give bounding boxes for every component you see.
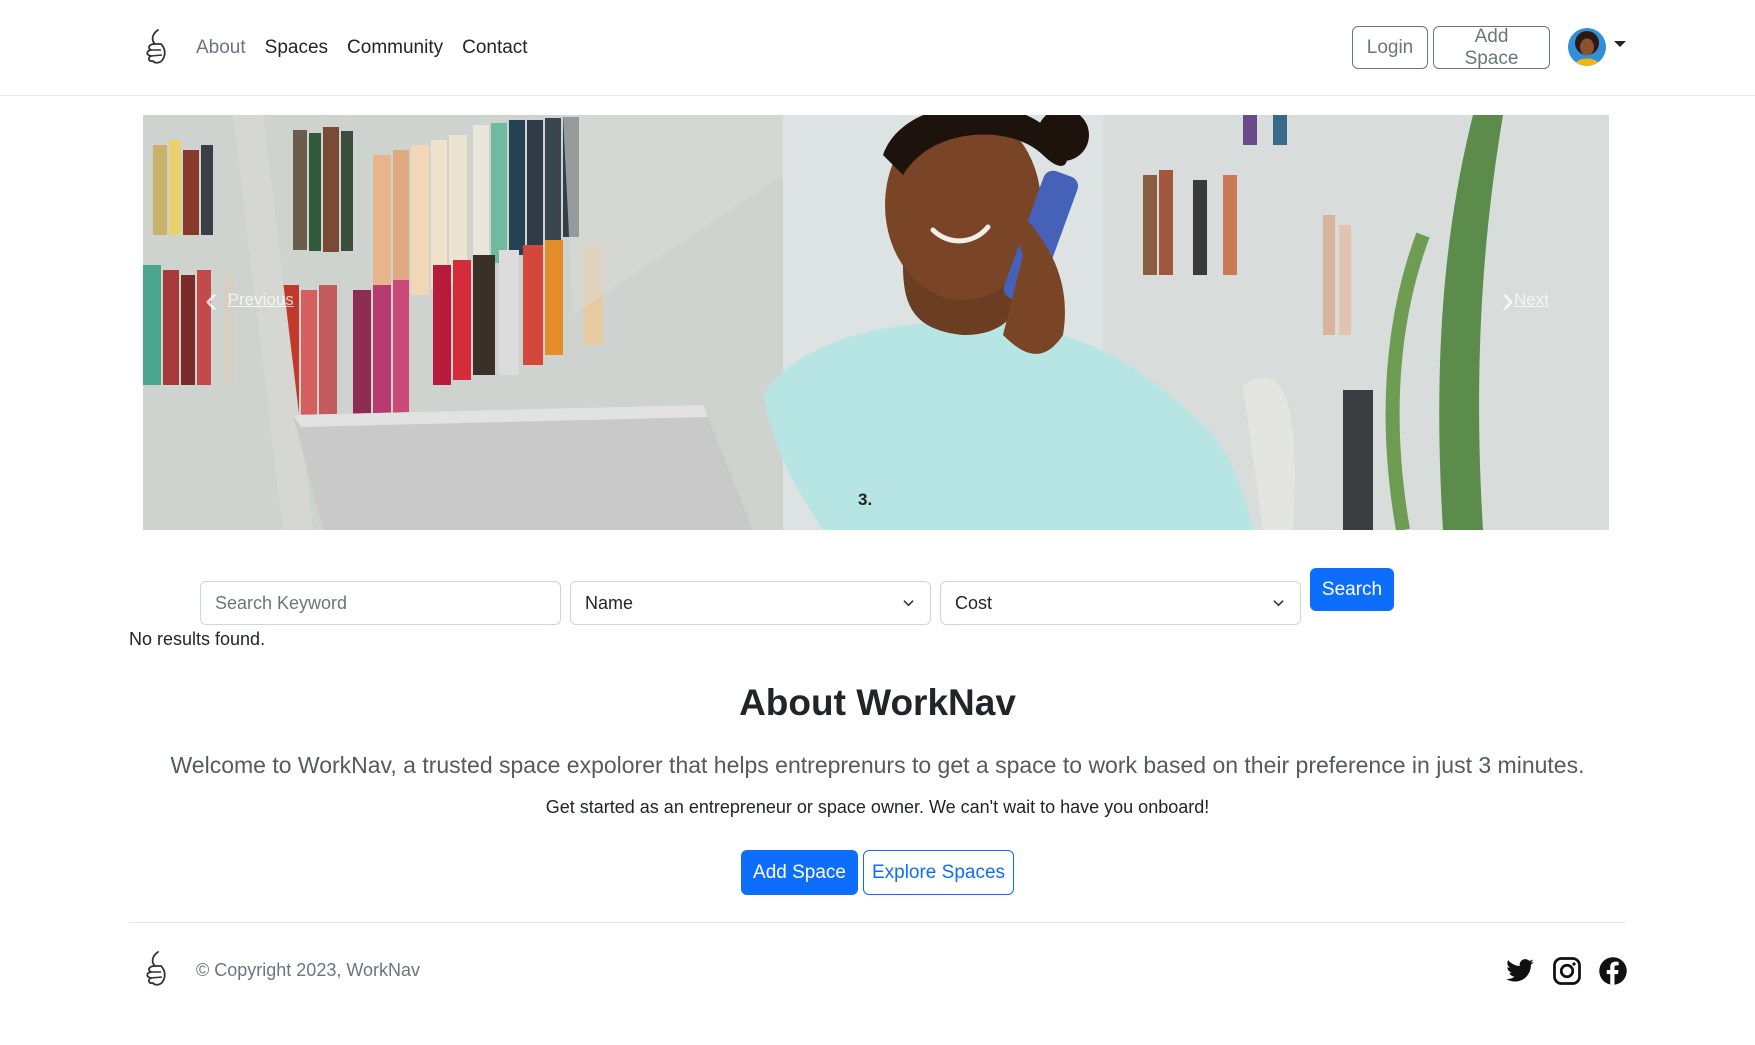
- profile-dropdown-caret-icon[interactable]: [1614, 41, 1626, 47]
- carousel-prev-label: Previous: [227, 290, 294, 309]
- chevron-down-icon: [903, 600, 914, 607]
- about-subtext: Get started as an entrepreneur or space …: [545, 797, 1210, 817]
- twitter-icon[interactable]: [1505, 956, 1535, 986]
- name-select-value: Name: [585, 592, 634, 613]
- about-lead: Welcome to WorkNav, a trusted space expo…: [170, 752, 1585, 778]
- about-title: About WorkNav: [739, 682, 1016, 723]
- carousel-next-button[interactable]: Next ›: [1501, 270, 1549, 330]
- cost-select[interactable]: Cost: [940, 581, 1301, 625]
- carousel-indicator[interactable]: 3.: [858, 490, 872, 510]
- footer-divider: [129, 922, 1626, 923]
- avatar[interactable]: [1568, 28, 1606, 66]
- nav-link-spaces[interactable]: Spaces: [265, 35, 328, 61]
- login-button[interactable]: Login: [1352, 26, 1428, 69]
- carousel-next-label: Next: [1514, 290, 1549, 309]
- nav-link-about[interactable]: About: [196, 35, 246, 61]
- search-button[interactable]: Search: [1310, 568, 1394, 611]
- hand-logo-icon[interactable]: [141, 28, 171, 68]
- add-space-nav-button[interactable]: Add Space: [1433, 26, 1550, 69]
- hand-logo-icon[interactable]: [141, 950, 171, 990]
- hero-image: [143, 115, 1609, 530]
- instagram-icon[interactable]: [1552, 956, 1582, 986]
- chevron-down-icon: [1273, 600, 1284, 607]
- nav-links: About Spaces Community Contact: [196, 35, 547, 61]
- chevron-left-icon: ‹: [205, 279, 218, 321]
- nav-link-community[interactable]: Community: [347, 35, 443, 61]
- explore-spaces-button[interactable]: Explore Spaces: [863, 850, 1014, 895]
- hero-carousel: ‹ Previous Next › 3.: [143, 115, 1609, 530]
- carousel-prev-button[interactable]: ‹ Previous: [205, 270, 294, 330]
- chevron-right-icon: ›: [1501, 279, 1515, 321]
- add-space-button[interactable]: Add Space: [741, 850, 858, 895]
- copyright-text: © Copyright 2023, WorkNav: [196, 960, 421, 980]
- nav-link-contact[interactable]: Contact: [462, 35, 527, 61]
- name-select[interactable]: Name: [570, 581, 931, 625]
- no-results-text: No results found.: [129, 629, 266, 649]
- cost-select-value: Cost: [955, 592, 993, 613]
- search-keyword-input[interactable]: [200, 581, 561, 625]
- navbar: About Spaces Community Contact Login Add…: [0, 0, 1755, 96]
- facebook-icon[interactable]: [1598, 956, 1628, 986]
